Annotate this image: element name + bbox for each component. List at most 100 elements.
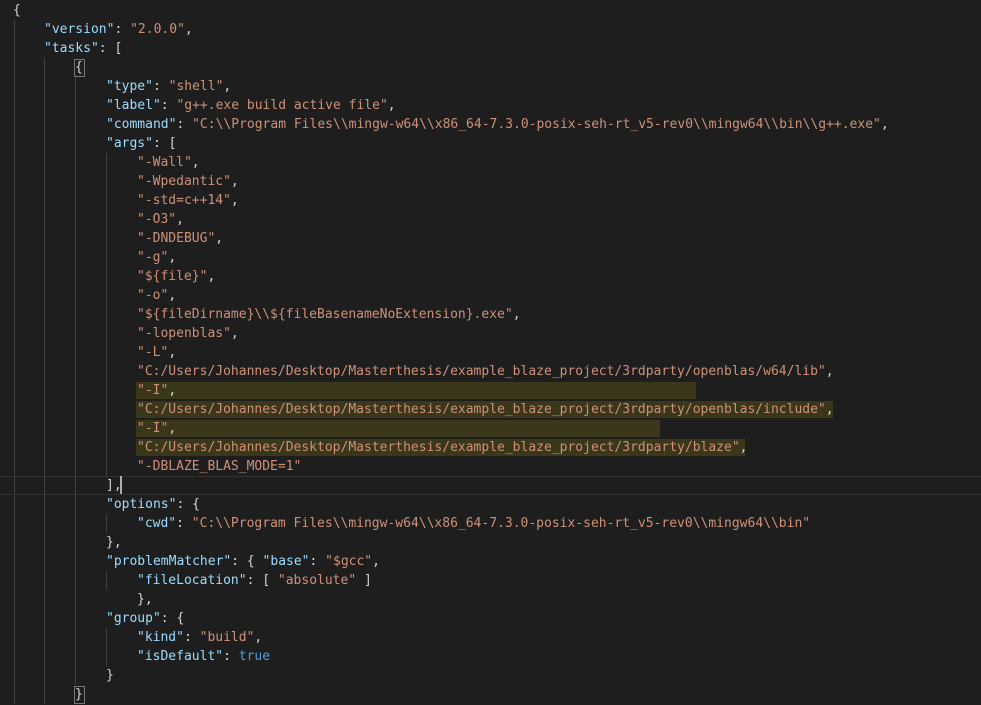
json-key: "options" (106, 497, 177, 512)
code-text: "group": { (106, 609, 184, 628)
code-line[interactable]: "-o", (0, 286, 981, 305)
json-string: "C:\\Program Files\\mingw-w64\\x86_64-7.… (192, 117, 881, 132)
json-punctuation: }, (106, 535, 122, 550)
json-punctuation: , (230, 174, 239, 189)
code-line[interactable]: "${file}", (0, 267, 981, 286)
code-line[interactable]: "-std=c++14", (0, 191, 981, 210)
code-line[interactable]: ], (0, 476, 981, 495)
code-line[interactable]: "cwd": "C:\\Program Files\\mingw-w64\\x8… (0, 514, 981, 533)
json-punctuation: , (191, 155, 200, 170)
json-punctuation: , (168, 250, 177, 265)
code-text: "C:/Users/Johannes/Desktop/Masterthesis/… (137, 400, 834, 419)
json-punctuation: }, (137, 592, 153, 607)
code-text: "isDefault": true (137, 647, 270, 666)
json-punctuation: : { (176, 497, 200, 512)
code-line[interactable]: } (0, 666, 981, 685)
code-line[interactable]: "group": { (0, 609, 981, 628)
code-text: "-Wpedantic", (137, 172, 239, 191)
code-line[interactable]: "C:/Users/Johannes/Desktop/Masterthesis/… (0, 362, 981, 381)
json-string: "shell" (168, 79, 224, 94)
json-key: "kind" (137, 630, 184, 645)
code-line[interactable]: }, (0, 590, 981, 609)
json-punctuation: : { (231, 554, 263, 569)
json-punctuation: , (223, 79, 232, 94)
code-line[interactable]: "-lopenblas", (0, 324, 981, 343)
code-line[interactable]: "-Wall", (0, 153, 981, 172)
code-text: "cwd": "C:\\Program Files\\mingw-w64\\x8… (137, 514, 810, 533)
json-key: "version" (44, 22, 115, 37)
json-punctuation: , (372, 554, 380, 569)
code-line[interactable]: "options": { (0, 495, 981, 514)
code-line[interactable]: { (0, 1, 981, 20)
code-text: { (13, 1, 21, 20)
json-key: "fileLocation" (137, 573, 247, 588)
code-text: "${file}", (137, 267, 215, 286)
json-string: "-I" (137, 421, 169, 436)
code-text: } (106, 666, 114, 685)
code-line[interactable]: "-DNDEBUG", (0, 229, 981, 248)
code-text: "-I", (137, 381, 176, 400)
json-key: "base" (262, 554, 310, 569)
json-key: "problemMatcher" (106, 554, 232, 569)
code-line[interactable]: "problemMatcher": { "base": "$gcc", (0, 552, 981, 571)
code-line[interactable]: "${fileDirname}\\${fileBasenameNoExtensi… (0, 305, 981, 324)
json-punctuation: , (825, 364, 834, 379)
code-line[interactable]: "isDefault": true (0, 647, 981, 666)
code-line[interactable]: "-g", (0, 248, 981, 267)
json-key: "isDefault" (137, 649, 224, 664)
json-punctuation: , (184, 22, 193, 37)
json-punctuation: : (176, 117, 193, 132)
code-line[interactable]: "version": "2.0.0", (0, 20, 981, 39)
code-line[interactable]: "args": [ (0, 134, 981, 153)
json-punctuation: : { (160, 611, 185, 626)
code-line[interactable]: "kind": "build", (0, 628, 981, 647)
json-key: "cwd" (137, 516, 177, 531)
code-line[interactable]: { (0, 58, 981, 77)
code-text: "C:/Users/Johannes/Desktop/Masterthesis/… (137, 438, 747, 457)
code-line[interactable]: "-DBLAZE_BLAS_MODE=1" (0, 457, 981, 476)
json-string: "-Wall" (137, 155, 192, 170)
json-punctuation: , (230, 326, 239, 341)
json-key: "command" (106, 117, 177, 132)
code-text: "-Wall", (137, 153, 200, 172)
code-text: "kind": "build", (137, 628, 262, 647)
code-line[interactable]: "label": "g++.exe build active file", (0, 96, 981, 115)
json-punctuation: { (13, 3, 21, 18)
json-string: "-g" (137, 250, 169, 265)
code-line[interactable]: "-I", (0, 381, 981, 400)
code-editor[interactable]: {"version": "2.0.0", "tasks": [{"type": "… (0, 0, 981, 705)
code-line[interactable]: "-O3", (0, 210, 981, 229)
code-line[interactable]: } (0, 685, 981, 704)
json-string: "C:/Users/Johannes/Desktop/Masterthesis/… (137, 364, 826, 379)
json-string: "${fileDirname}\\${fileBasenameNoExtensi… (137, 307, 513, 322)
code-line[interactable]: "type": "shell", (0, 77, 981, 96)
code-line[interactable]: "-Wpedantic", (0, 172, 981, 191)
code-text: "C:/Users/Johannes/Desktop/Masterthesis/… (137, 362, 834, 381)
json-key: "tasks" (44, 41, 99, 56)
json-string: "-DNDEBUG" (137, 231, 216, 246)
code-line[interactable]: "-I", (0, 419, 981, 438)
code-line[interactable]: "-L", (0, 343, 981, 362)
code-line[interactable]: "C:/Users/Johannes/Desktop/Masterthesis/… (0, 438, 981, 457)
code-text: "-o", (137, 286, 176, 305)
json-string: "-o" (137, 288, 169, 303)
json-string: "-DBLAZE_BLAS_MODE=1" (137, 459, 302, 474)
json-string: "-Wpedantic" (137, 174, 231, 189)
json-punctuation: : [ (98, 41, 123, 56)
json-string: "-lopenblas" (137, 326, 231, 341)
code-text: "${fileDirname}\\${fileBasenameNoExtensi… (137, 305, 521, 324)
code-line[interactable]: "C:/Users/Johannes/Desktop/Masterthesis/… (0, 400, 981, 419)
json-punctuation: , (168, 383, 177, 398)
code-text: "options": { (106, 495, 200, 514)
json-string: "build" (199, 630, 255, 645)
code-line[interactable]: "command": "C:\\Program Files\\mingw-w64… (0, 115, 981, 134)
json-string: "-L" (137, 345, 169, 360)
code-text: }, (137, 590, 153, 609)
code-line[interactable]: }, (0, 533, 981, 552)
code-line[interactable]: "fileLocation": [ "absolute" ] (0, 571, 981, 590)
code-text: "fileLocation": [ "absolute" ] (137, 571, 372, 590)
code-line[interactable]: "tasks": [ (0, 39, 981, 58)
json-string: "C:\\Program Files\\mingw-w64\\x86_64-7.… (191, 516, 811, 531)
json-punctuation: , (230, 193, 239, 208)
code-text: "version": "2.0.0", (44, 20, 193, 39)
